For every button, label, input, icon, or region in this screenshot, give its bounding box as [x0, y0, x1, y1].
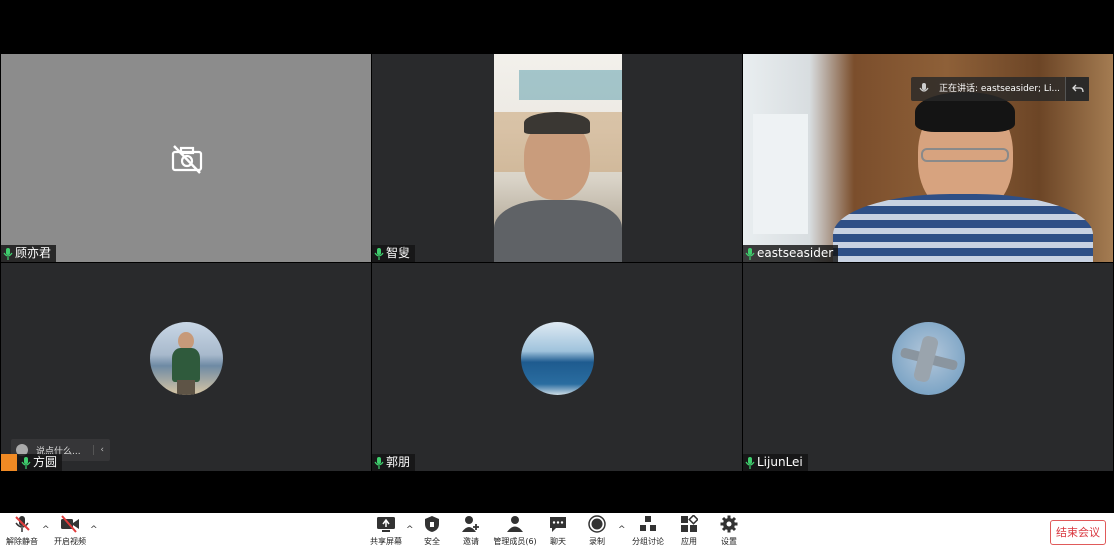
camera-off-icon: [61, 515, 79, 533]
participant-tile-6[interactable]: LijunLei: [743, 263, 1113, 471]
participant-tile-5[interactable]: 郭朋: [372, 263, 742, 471]
participant-name: 方圆: [33, 455, 58, 469]
participant-tile-2[interactable]: 智叟: [372, 54, 742, 262]
participant-name: 顾亦君: [15, 246, 52, 260]
raise-hand-icon: [1, 454, 17, 471]
share-options-chevron-icon[interactable]: ^: [406, 525, 414, 535]
chat-label: 聊天: [550, 537, 566, 546]
start-video-button[interactable]: 开启视频: [52, 515, 88, 551]
participant-name-tag: 方圆: [1, 454, 63, 471]
mic-muted-icon: [15, 516, 30, 532]
video-options-chevron-icon[interactable]: ^: [90, 525, 98, 535]
gear-icon: [720, 515, 738, 533]
invite-button[interactable]: 邀请: [457, 515, 485, 551]
participant-name-tag: 智叟: [372, 245, 416, 262]
speaking-indicator: 正在讲话: eastseasider; Li...: [911, 77, 1089, 101]
settings-label: 设置: [721, 537, 737, 546]
participant-tile-4[interactable]: 说点什么... ‹ 方圆: [1, 263, 371, 471]
participants-icon: [507, 516, 523, 532]
participant-name: 智叟: [386, 246, 411, 260]
speaking-text: 正在讲话: eastseasider; Li...: [939, 84, 1061, 94]
breakout-rooms-button[interactable]: 分组讨论: [630, 515, 666, 551]
mic-icon: [21, 456, 31, 469]
collapse-speaker-button[interactable]: [1065, 77, 1089, 101]
security-button[interactable]: 安全: [418, 515, 446, 551]
mic-icon: [745, 247, 755, 260]
breakout-rooms-icon: [640, 516, 656, 531]
participant-name: 郭朋: [386, 455, 411, 469]
end-meeting-button[interactable]: 结束会议: [1050, 520, 1106, 545]
invite-label: 邀请: [463, 537, 479, 546]
settings-button[interactable]: 设置: [716, 515, 742, 551]
camera-off-icon: [171, 145, 203, 174]
meeting-toolbar: 解除静音 ^ 开启视频 ^ 共享屏幕 ^ 安全 邀请 管理成员(6) 聊天 录制…: [0, 513, 1114, 552]
avatar: [150, 322, 223, 395]
avatar: [521, 322, 594, 395]
audio-options-chevron-icon[interactable]: ^: [42, 525, 50, 535]
share-screen-icon: [377, 517, 395, 532]
participant-name-tag: eastseasider: [743, 245, 839, 262]
manage-participants-button[interactable]: 管理成员(6): [493, 515, 537, 551]
mic-icon: [919, 83, 929, 92]
add-user-icon: [462, 516, 479, 532]
breakout-rooms-label: 分组讨论: [632, 537, 664, 546]
mic-icon: [745, 456, 755, 469]
participant-name-tag: LijunLei: [743, 454, 808, 471]
collapse-chevron-icon[interactable]: ‹: [93, 445, 110, 455]
participant-name-tag: 顾亦君: [1, 245, 57, 262]
record-icon: [588, 515, 606, 533]
record-button[interactable]: 录制: [584, 515, 610, 551]
apps-label: 应用: [681, 537, 697, 546]
participant-video: [494, 54, 622, 262]
record-label: 录制: [589, 537, 605, 546]
meeting-window: 顾亦君 智叟 正在讲话: eastseasider; Li... eastsea…: [0, 0, 1114, 552]
share-screen-button[interactable]: 共享屏幕: [368, 515, 404, 551]
mic-icon: [374, 456, 384, 469]
participant-tile-1[interactable]: 顾亦君: [1, 54, 371, 262]
participant-name-tag: 郭朋: [372, 454, 416, 471]
apps-icon: [681, 515, 698, 532]
participant-name: LijunLei: [757, 455, 803, 469]
avatar: [892, 322, 965, 395]
participant-name: eastseasider: [757, 246, 834, 260]
shield-icon: [425, 516, 439, 532]
chat-icon: [550, 517, 566, 532]
unmute-label: 解除静音: [6, 537, 38, 546]
chat-button[interactable]: 聊天: [545, 515, 571, 551]
mic-icon: [374, 247, 384, 260]
share-screen-label: 共享屏幕: [370, 537, 402, 546]
security-label: 安全: [424, 537, 440, 546]
undo-arrow-icon: [1071, 84, 1084, 93]
manage-participants-label: 管理成员(6): [493, 537, 537, 546]
start-video-label: 开启视频: [54, 537, 86, 546]
apps-button[interactable]: 应用: [676, 515, 702, 551]
participant-tile-3[interactable]: 正在讲话: eastseasider; Li... eastseasider: [743, 54, 1113, 262]
mic-icon: [3, 247, 13, 260]
record-options-chevron-icon[interactable]: ^: [618, 525, 626, 535]
unmute-button[interactable]: 解除静音: [4, 515, 40, 551]
